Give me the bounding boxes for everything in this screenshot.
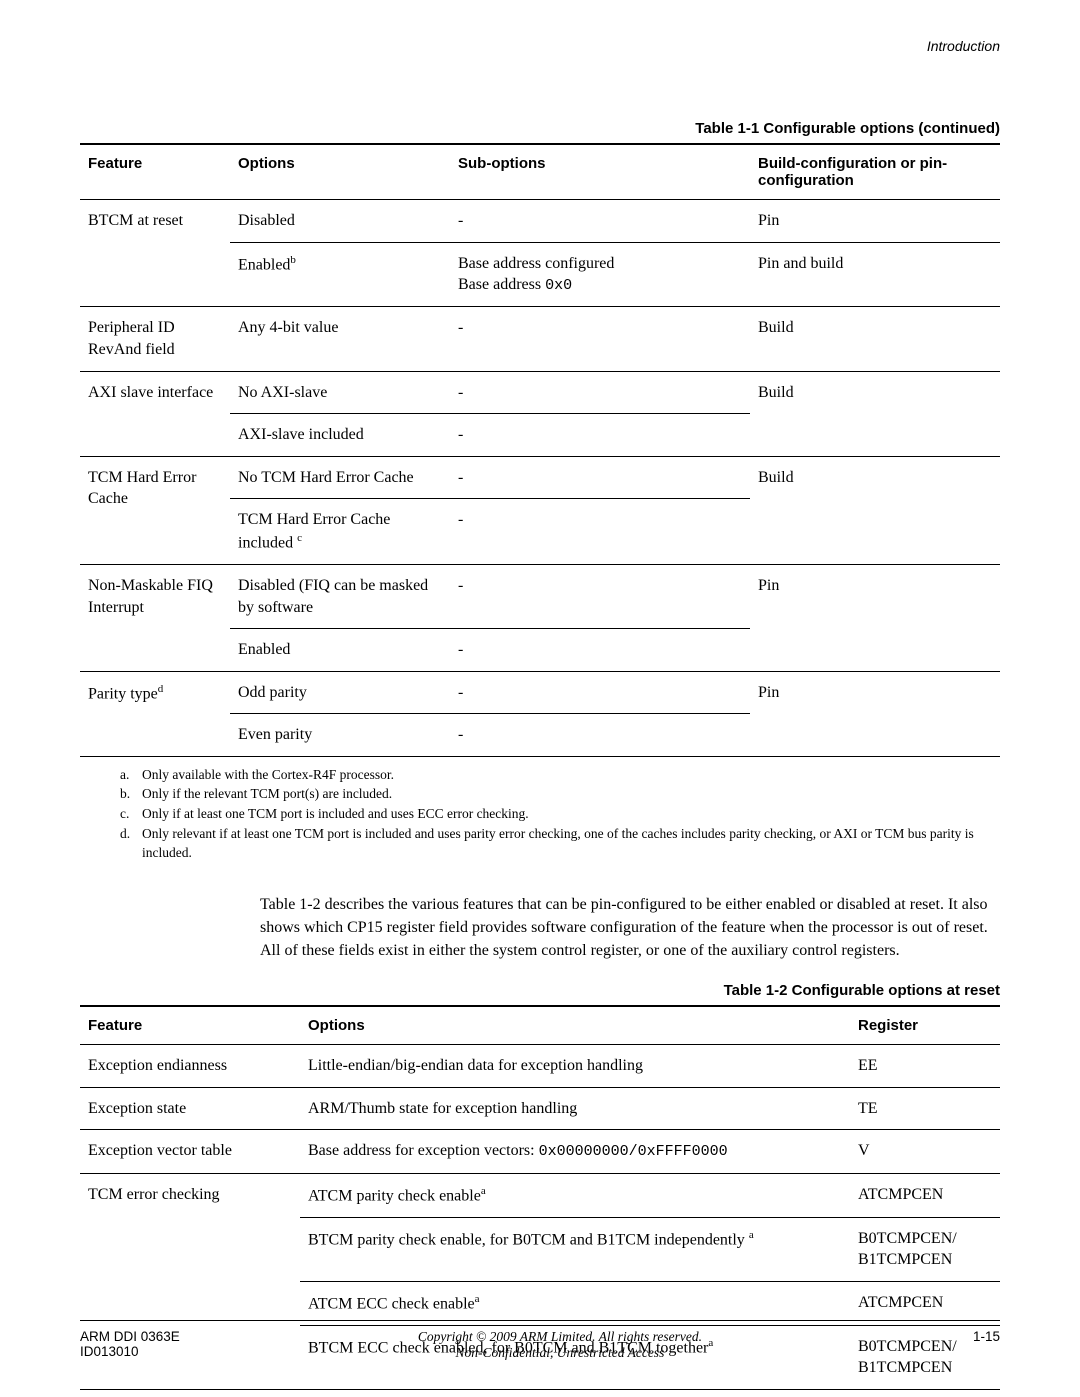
cell-option: Enabled	[230, 629, 450, 672]
cell-feature: BTCM at reset	[80, 200, 230, 307]
cell-register: ATCMPCEN	[850, 1281, 1000, 1325]
footnote-ref: a	[475, 1293, 480, 1305]
table1-footnotes: a.Only available with the Cortex-R4F pro…	[120, 765, 1000, 863]
cell-option: Odd parity	[230, 671, 450, 714]
table-row: Exception endianness Little-endian/big-e…	[80, 1045, 1000, 1088]
cell-option: ARM/Thumb state for exception handling	[300, 1087, 850, 1130]
cell-option: No AXI-slave	[230, 371, 450, 414]
th-build: Build-configuration or pin-configuration	[750, 144, 1000, 200]
table1-header-row: Feature Options Sub-options Build-config…	[80, 144, 1000, 200]
cell-register: B0TCMPCEN/ B1TCMPCEN	[850, 1217, 1000, 1281]
table1-caption: Table 1-1 Configurable options (continue…	[80, 120, 1000, 137]
footnote-a: a.Only available with the Cortex-R4F pro…	[120, 765, 1000, 785]
cell-feature: TCM Hard Error Cache	[80, 456, 230, 564]
cell-build: Pin	[750, 200, 1000, 243]
table-row: Exception vector table Base address for …	[80, 1130, 1000, 1173]
cell-feature: Exception vector table	[80, 1130, 300, 1173]
cell-option: ATCM parity check enablea	[300, 1173, 850, 1217]
footer-left: ARM DDI 0363E ID013010	[80, 1329, 180, 1359]
cell-subopt: Base address configured Base address 0x0	[450, 242, 750, 307]
body-paragraph: Table 1-2 describes the various features…	[260, 893, 1000, 963]
table-row: TCM Hard Error Cache No TCM Hard Error C…	[80, 456, 1000, 499]
cell-feature: Exception state	[80, 1087, 300, 1130]
table-row: AXI slave interface No AXI-slave - Build	[80, 371, 1000, 414]
cell-subopt: -	[450, 499, 750, 565]
table-row: BTCM at reset Disabled - Pin	[80, 200, 1000, 243]
footnote-ref: a	[749, 1229, 754, 1241]
cell-option: Even parity	[230, 714, 450, 757]
cell-subopt: -	[450, 307, 750, 371]
cell-option: Any 4-bit value	[230, 307, 450, 371]
cell-register: ATCMPCEN	[850, 1173, 1000, 1217]
th-subopts: Sub-options	[450, 144, 750, 200]
cell-subopt: -	[450, 714, 750, 757]
th-register: Register	[850, 1006, 1000, 1045]
cell-option: Base address for exception vectors: 0x00…	[300, 1130, 850, 1173]
cell-feature: Exception endianness	[80, 1045, 300, 1088]
cell-register: V	[850, 1130, 1000, 1173]
cell-subopt: -	[450, 371, 750, 414]
cell-build: Build	[750, 307, 1000, 371]
th-options: Options	[230, 144, 450, 200]
table-row: TCM error checking ATCM parity check ena…	[80, 1173, 1000, 1217]
cell-build: Pin	[750, 564, 1000, 671]
cell-option: ATCM ECC check enablea	[300, 1281, 850, 1325]
cell-option: TCM Hard Error Cache included c	[230, 499, 450, 565]
cell-option: Disabled (FIQ can be masked by software	[230, 564, 450, 628]
cell-register: EE	[850, 1045, 1000, 1088]
table2-header-row: Feature Options Register	[80, 1006, 1000, 1045]
running-header: Introduction	[927, 38, 1000, 54]
cell-subopt: -	[450, 564, 750, 628]
cell-feature: AXI slave interface	[80, 371, 230, 456]
th-options: Options	[300, 1006, 850, 1045]
page: Introduction Table 1-1 Configurable opti…	[0, 0, 1080, 1397]
table-1-1: Feature Options Sub-options Build-config…	[80, 143, 1000, 757]
th-feature: Feature	[80, 1006, 300, 1045]
footnote-ref: b	[290, 254, 296, 266]
cell-option: Little-endian/big-endian data for except…	[300, 1045, 850, 1088]
cell-subopt: -	[450, 200, 750, 243]
cell-option: No TCM Hard Error Cache	[230, 456, 450, 499]
cell-build: Pin	[750, 671, 1000, 756]
cell-subopt: -	[450, 414, 750, 457]
cell-subopt: -	[450, 629, 750, 672]
cell-feature: Parity typed	[80, 671, 230, 756]
cell-build: Build	[750, 456, 1000, 564]
cell-register: TE	[850, 1087, 1000, 1130]
footer-center: Copyright © 2009 ARM Limited. All rights…	[180, 1329, 940, 1361]
cell-option: AXI-slave included	[230, 414, 450, 457]
table-row: Peripheral ID RevAnd field Any 4-bit val…	[80, 307, 1000, 371]
footnote-d: d.Only relevant if at least one TCM port…	[120, 824, 1000, 863]
th-feature: Feature	[80, 144, 230, 200]
cell-feature: Peripheral ID RevAnd field	[80, 307, 230, 371]
footer-page-number: 1-15	[940, 1329, 1000, 1344]
footnote-c: c.Only if at least one TCM port is inclu…	[120, 804, 1000, 824]
table-row: Exception state ARM/Thumb state for exce…	[80, 1087, 1000, 1130]
footnote-ref: a	[481, 1185, 486, 1197]
footnote-ref: c	[297, 532, 302, 544]
cell-subopt: -	[450, 671, 750, 714]
table-row: Parity typed Odd parity - Pin	[80, 671, 1000, 714]
cell-build: Pin and build	[750, 242, 1000, 307]
footnote-ref: d	[158, 683, 164, 695]
cell-feature: Non-Maskable FIQ Interrupt	[80, 564, 230, 671]
table2-caption: Table 1-2 Configurable options at reset	[80, 982, 1000, 999]
page-footer: ARM DDI 0363E ID013010 Copyright © 2009 …	[80, 1320, 1000, 1361]
cell-option: Enabledb	[230, 242, 450, 307]
cell-subopt: -	[450, 456, 750, 499]
cell-build: Build	[750, 371, 1000, 456]
table-row: Non-Maskable FIQ Interrupt Disabled (FIQ…	[80, 564, 1000, 628]
cell-option: Disabled	[230, 200, 450, 243]
cell-option: BTCM parity check enable, for B0TCM and …	[300, 1217, 850, 1281]
footnote-b: b.Only if the relevant TCM port(s) are i…	[120, 784, 1000, 804]
